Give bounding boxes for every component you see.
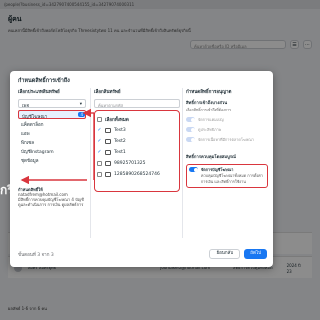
people-search-input[interactable]: ค้นหาด้วยชื่อหรือ ID หรืออีเมล	[190, 40, 286, 49]
asset-type-value: เพจ	[22, 103, 30, 109]
column-divider	[182, 88, 183, 238]
asset-heading: เลือกสินทรัพย์	[94, 90, 121, 95]
account-name: Test1	[114, 150, 126, 155]
asset-type-dropdown[interactable]: เพจ ▾	[18, 99, 86, 109]
ad-account-icon	[105, 139, 111, 144]
full-control-title: สิทธิ์การควบคุมโดยสมบูรณ์	[186, 154, 236, 159]
asset-type-pixels[interactable]: พิกเซล	[18, 137, 86, 146]
permission-column: กำหนดสิทธิ์การอนุญาต สิทธิ์การเข้าถึงบาง…	[186, 88, 268, 188]
asset-type-heading: เลือกประเภทสินทรัพย์	[18, 90, 60, 95]
permission-full-control[interactable]: จัดการบัญชีโฆษณา ควบคุมบัญชีโฆษณาทั้งหมด…	[186, 164, 268, 188]
back-button[interactable]: ย้อนกลับ	[209, 249, 241, 259]
asset-type-label: ชุดข้อมูล	[21, 159, 39, 164]
asset-type-ad-accounts[interactable]: บัญชีโฆษณา 4	[18, 110, 86, 120]
access-summary: กำหนดสิทธิ์ให้ natadfrem@hotmail.com มีส…	[18, 187, 86, 207]
permission-toggle[interactable]	[186, 127, 195, 132]
step-indicator: ขั้นตอนที่ 3 จาก 3	[18, 252, 54, 258]
dialog-title: กำหนดสิทธิ์การเข้าถึง	[18, 78, 70, 84]
select-all-row[interactable]: เลือกทั้งหมด	[97, 114, 177, 125]
permission-view-performance[interactable]: ดูประสิทธิภาพ	[186, 127, 268, 133]
count-badge: 4	[78, 112, 85, 117]
summary-text: มีสิทธิ์การควบคุมบัญชีโฆษณา 4 บัญชี ดูแล…	[18, 197, 84, 207]
list-item[interactable]: 1285890268524746	[97, 169, 177, 180]
assign-access-dialog: กำหนดสิทธิ์การเข้าถึง เลือกประเภทสินทรัพ…	[10, 71, 273, 267]
checkbox[interactable]	[97, 117, 102, 122]
account-name: 1285890268524746	[114, 172, 160, 177]
check-icon[interactable]: ✓	[97, 150, 102, 155]
check-icon[interactable]: ✓	[97, 139, 102, 144]
checkbox[interactable]	[97, 172, 102, 177]
row-date: 2024 ปี 23	[286, 262, 301, 274]
permission-label: ดูประสิทธิภาพ	[198, 127, 222, 132]
asset-search-input[interactable]: ค้นหาตามรหัส	[94, 99, 180, 108]
checkbox[interactable]	[97, 161, 102, 166]
select-all-label: เลือกทั้งหมด	[105, 118, 129, 123]
column-divider	[90, 88, 91, 238]
permission-toggle[interactable]	[186, 117, 195, 122]
full-control-desc: ควบคุมบัญชีโฆษณาทั้งหมด การตั้งค่า การเง…	[201, 173, 263, 184]
asset-type-column: เลือกประเภทสินทรัพย์ เพจ ▾ บัญชีโฆษณา 4 …	[18, 88, 86, 164]
list-item[interactable]: 98925701325	[97, 158, 177, 169]
permission-label: จัดการเนื้อหาที่มีการตลาดโฆษณา	[198, 137, 254, 142]
chevron-down-icon: ▾	[79, 101, 82, 107]
asset-list: เลือกทั้งหมด ✓ Test3 ✓ Test2 ✓ Test1 989…	[94, 110, 180, 192]
people-toolbar: ค้นหาด้วยชื่อหรือ ID หรืออีเมล ☰ ⋯	[8, 40, 312, 49]
permission-label: จัดการแคมเปญ	[198, 117, 224, 122]
permission-heading: กำหนดสิทธิ์การอนุญาต	[186, 90, 232, 95]
account-name: Test3	[114, 128, 126, 133]
asset-type-list: บัญชีโฆษณา 4 แค็ตตาล็อก แอพ พิกเซล บัญชี…	[18, 110, 86, 164]
page-title: ผู้คน	[8, 15, 22, 23]
partial-access-title: สิทธิ์การเข้าถึงบางส่วน	[186, 100, 228, 105]
permission-toggle[interactable]	[186, 137, 195, 142]
asset-column: เลือกสินทรัพย์ ค้นหาตามรหัส เลือกทั้งหมด…	[94, 88, 180, 192]
partial-access-subtitle: เลือกสิทธิ์การเข้าถึงที่ต้องการ	[186, 108, 232, 112]
list-item[interactable]: ✓ Test3	[97, 125, 177, 136]
filter-icon[interactable]: ☰	[290, 40, 299, 49]
asset-type-instagram[interactable]: บัญชีInstagram	[18, 146, 86, 155]
account-name: Test2	[114, 139, 126, 144]
list-item[interactable]: ✓ Test1	[97, 147, 177, 158]
list-item[interactable]: ✓ Test2	[97, 136, 177, 147]
more-icon[interactable]: ⋯	[303, 40, 312, 49]
permission-manage-campaigns[interactable]: จัดการแคมเปญ	[186, 117, 268, 123]
check-icon[interactable]: ✓	[97, 128, 102, 133]
partial-access-group: สิทธิ์การเข้าถึงบางส่วน เลือกสิทธิ์การเข…	[186, 99, 268, 143]
dialog-footer: ขั้นตอนที่ 3 จาก 3 ย้อนกลับ ถัดไป	[18, 249, 267, 259]
asset-type-apps[interactable]: แอพ	[18, 128, 86, 137]
permission-toggle[interactable]	[189, 167, 198, 172]
next-button[interactable]: ถัดไป	[244, 249, 267, 259]
browser-url-bar[interactable]: /people/?business_id=3427907400544155_id…	[0, 0, 320, 9]
ad-account-icon	[105, 161, 111, 166]
asset-type-catalogs[interactable]: แค็ตตาล็อก	[18, 119, 86, 128]
ad-account-icon	[105, 150, 111, 155]
page-header: ผู้คน คนเหล่านี้มีสิทธิ์เข้าถึงพอร์ตโฟลิ…	[8, 14, 312, 34]
ad-account-icon	[105, 128, 111, 133]
permission-manage-content[interactable]: จัดการเนื้อหาที่มีการตลาดโฆษณา	[186, 137, 268, 143]
page-subtitle: คนเหล่านี้มีสิทธิ์เข้าถึงพอร์ตโฟลิโอธุรก…	[8, 28, 191, 33]
pagination-text: ผลลัพธ์ 1-6 จาก 6 คน	[8, 306, 47, 311]
ad-account-icon	[105, 172, 111, 177]
full-control-group: สิทธิ์การควบคุมโดยสมบูรณ์ จัดการบัญชีโฆษ…	[186, 153, 268, 188]
account-name: 98925701325	[114, 161, 146, 166]
asset-type-datasets[interactable]: ชุดข้อมูล	[18, 155, 86, 164]
